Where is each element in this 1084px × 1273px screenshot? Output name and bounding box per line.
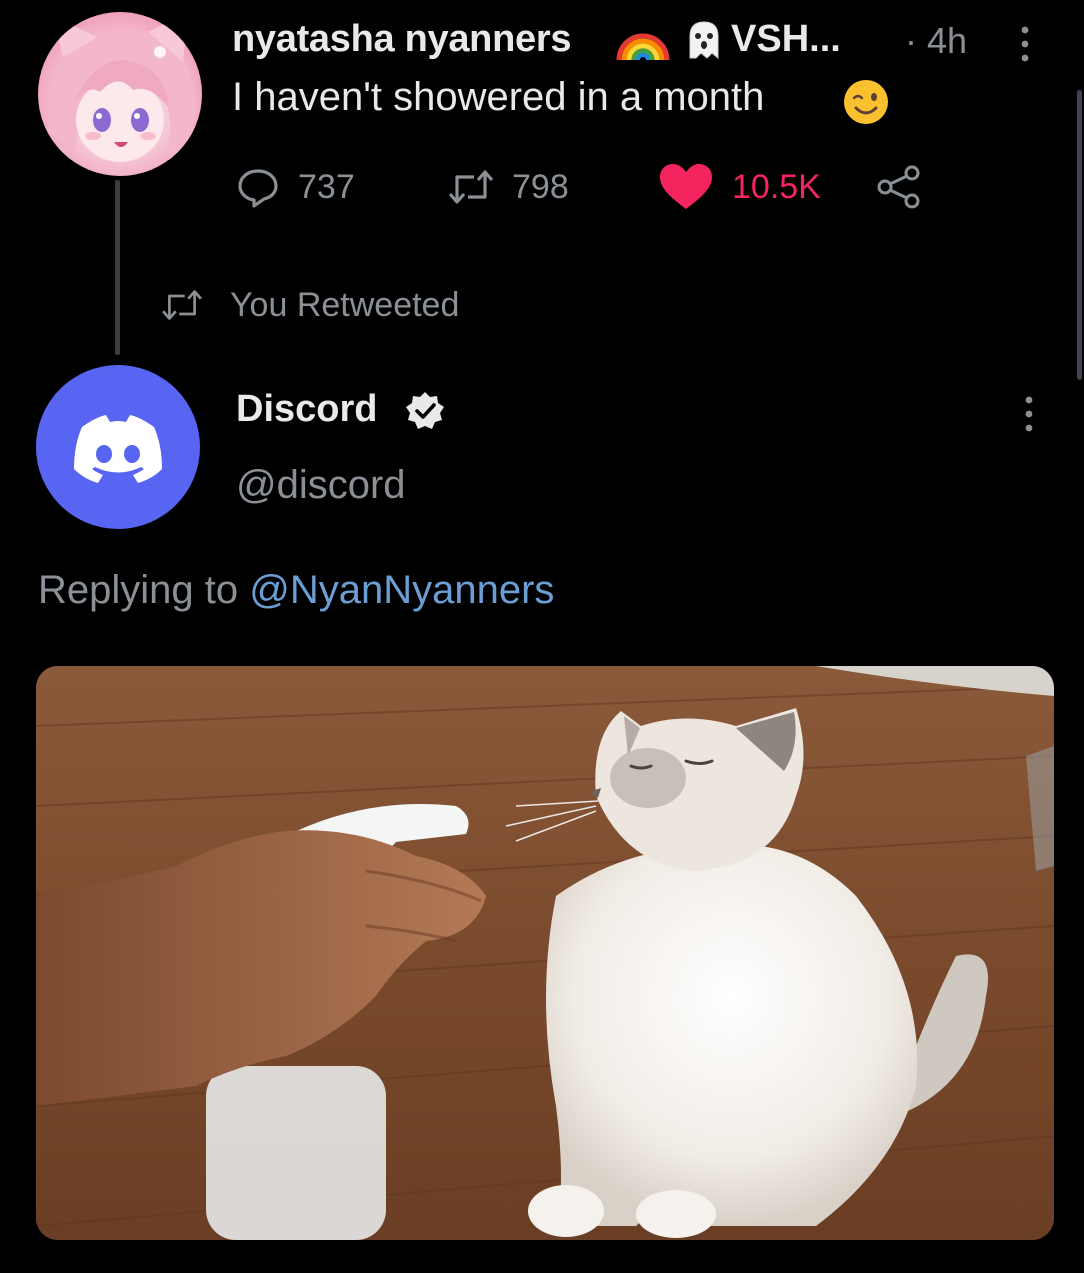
like-button[interactable]: 10.5K xyxy=(658,160,821,214)
rainbow-icon xyxy=(616,33,670,61)
tweet-text: I haven't showered in a month xyxy=(232,75,765,119)
retweet-count: 798 xyxy=(512,167,569,206)
anime-avatar-image xyxy=(47,12,196,162)
reply-button[interactable]: 737 xyxy=(236,160,355,214)
discord-logo-icon xyxy=(74,415,162,483)
mention-link[interactable]: @NyanNyanners xyxy=(249,568,554,612)
like-count: 10.5K xyxy=(732,167,821,206)
author-handle[interactable]: @discord xyxy=(236,463,406,508)
retweet-context-banner[interactable]: You Retweeted xyxy=(160,280,459,330)
discord-avatar[interactable] xyxy=(36,365,200,529)
retweet-icon xyxy=(448,170,494,204)
replying-to-line: Replying to @NyanNyanners xyxy=(38,568,554,613)
cat-spray-bottle-photo xyxy=(36,666,1054,1240)
retweet-context-label: You Retweeted xyxy=(230,285,460,324)
tweet-media-photo[interactable] xyxy=(36,666,1054,1240)
more-options-icon[interactable] xyxy=(1022,392,1036,436)
tweet-timestamp[interactable]: · 4h xyxy=(905,20,967,62)
ghost-icon xyxy=(689,21,719,60)
more-options-icon[interactable] xyxy=(1018,22,1032,66)
author-display-name[interactable]: nyatasha nyanners xyxy=(232,18,571,61)
author-display-name[interactable]: Discord xyxy=(236,388,377,431)
author-name-suffix[interactable]: VSH... xyxy=(731,18,841,61)
heart-icon xyxy=(660,164,712,209)
retweet-icon xyxy=(162,290,202,320)
scrollbar[interactable] xyxy=(1077,90,1082,380)
reply-icon xyxy=(238,169,278,208)
retweet-button[interactable]: 798 xyxy=(448,160,569,214)
share-button[interactable] xyxy=(876,160,922,214)
replying-to-prefix: Replying to xyxy=(38,568,239,612)
avatar[interactable] xyxy=(38,12,202,176)
reply-count: 737 xyxy=(298,167,355,206)
verified-badge-icon xyxy=(406,392,444,429)
thread-connector-line xyxy=(115,180,120,355)
winking-face-icon xyxy=(844,80,888,124)
share-icon xyxy=(877,165,920,209)
